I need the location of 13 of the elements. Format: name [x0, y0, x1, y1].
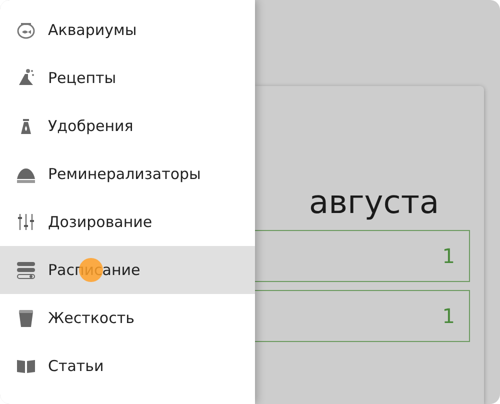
drawer-item[interactable]: Жесткость — [0, 294, 255, 342]
card-title: августа — [308, 184, 440, 220]
drawer-item[interactable]: Рецепты — [0, 54, 255, 102]
spray-flask-icon — [16, 68, 36, 88]
cup-icon — [16, 308, 36, 328]
drawer-item[interactable]: Дозирование — [0, 198, 255, 246]
sliders-icon — [16, 212, 36, 232]
drawer-item[interactable]: Реминерализаторы — [0, 150, 255, 198]
drawer-item[interactable]: Статьи — [0, 342, 255, 390]
drawer-item[interactable]: Удобрения — [0, 102, 255, 150]
toggles-icon — [16, 260, 36, 280]
fishbowl-icon — [16, 20, 36, 40]
drawer-item[interactable]: Аквариумы — [0, 6, 255, 54]
